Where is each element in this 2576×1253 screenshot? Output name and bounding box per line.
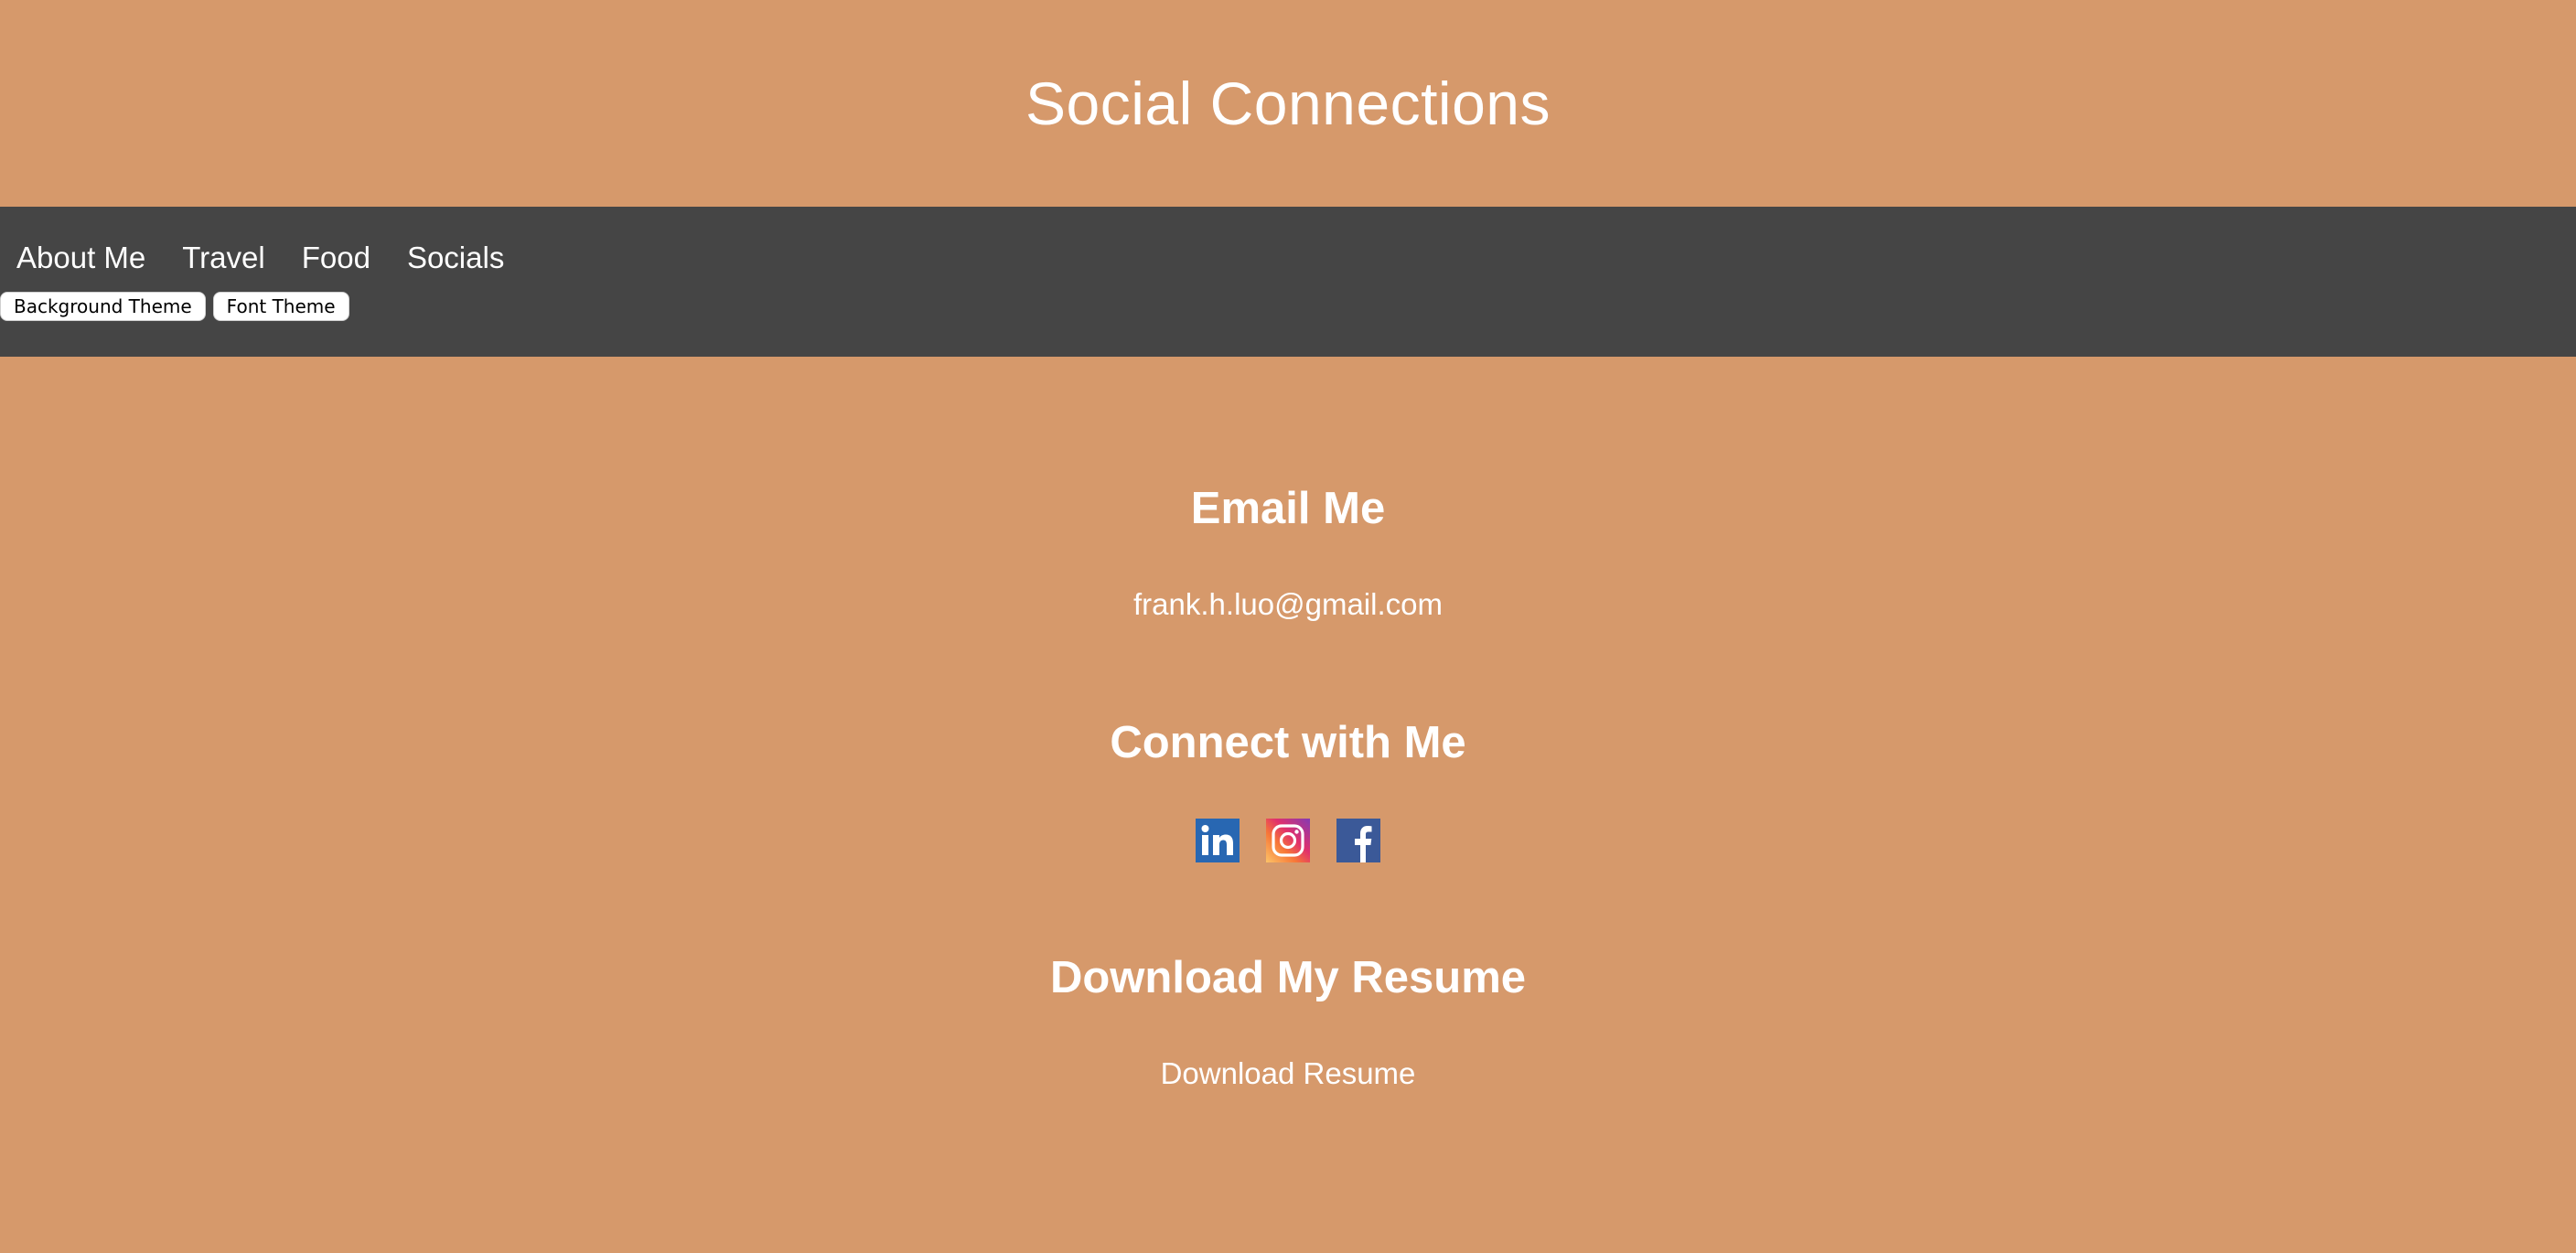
resume-paragraph: Download Resume — [0, 1056, 2576, 1091]
page-header: Social Connections — [0, 0, 2576, 207]
page-title: Social Connections — [1025, 70, 1551, 137]
background-theme-button[interactable]: Background Theme — [0, 292, 206, 321]
instagram-icon[interactable] — [1266, 819, 1310, 862]
linkedin-icon[interactable] — [1196, 819, 1240, 862]
email-address[interactable]: frank.h.luo@gmail.com — [0, 587, 2576, 622]
social-icons — [0, 819, 2576, 862]
nav-item-about-me[interactable]: About Me — [16, 240, 145, 276]
nav-item-food[interactable]: Food — [302, 240, 370, 276]
download-resume-link[interactable]: Download Resume — [1161, 1056, 1416, 1090]
navbar: About Me Travel Food Socials Background … — [0, 207, 2576, 357]
resume-heading: Download My Resume — [1049, 953, 1527, 1002]
nav-list: About Me Travel Food Socials — [16, 240, 541, 276]
nav-item-travel[interactable]: Travel — [182, 240, 264, 276]
font-theme-button[interactable]: Font Theme — [212, 292, 349, 321]
email-heading: Email Me — [1190, 484, 1386, 533]
theme-buttons: Background Theme Font Theme — [0, 292, 349, 321]
nav-item-socials[interactable]: Socials — [407, 240, 504, 276]
facebook-icon[interactable] — [1336, 819, 1380, 862]
connect-heading: Connect with Me — [1110, 718, 1466, 767]
